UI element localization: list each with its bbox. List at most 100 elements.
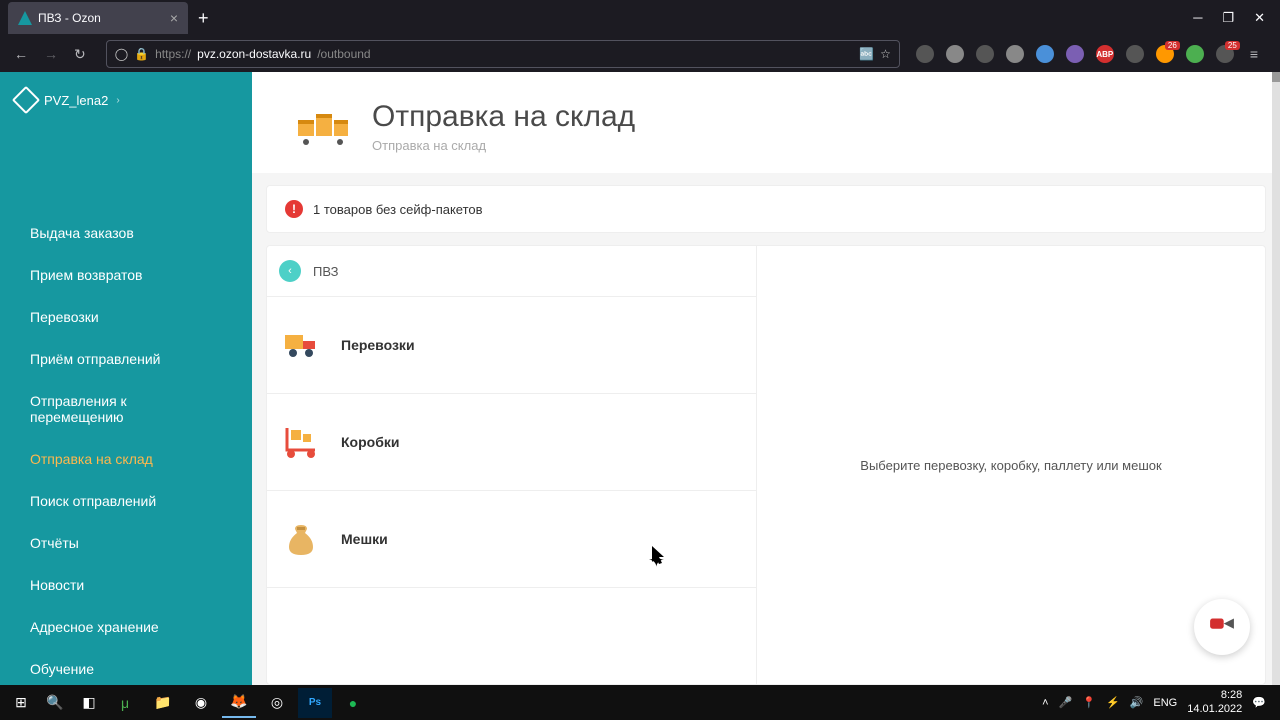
user-diamond-icon (12, 86, 40, 114)
nav-bar: ← → ↻ ◯ 🔒 https://pvz.ozon-dostavka.ru/o… (0, 36, 1280, 72)
taskbar-app-obs[interactable]: ◎ (260, 688, 294, 718)
tab-close-icon[interactable]: × (170, 10, 178, 26)
chevron-right-icon: › (116, 95, 119, 106)
taskbar-right: ˄ 🎤 📍 ⚡ 🔊 ENG 8:28 14.01.2022 💬 (1042, 689, 1274, 715)
sidebar-item-storage[interactable]: Адресное хранение (0, 606, 252, 648)
vertical-scrollbar[interactable] (1272, 72, 1280, 685)
back-icon[interactable]: ← (10, 42, 32, 66)
ext-6-icon[interactable] (1066, 45, 1084, 63)
detail-empty-text: Выберите перевозку, коробку, паллету или… (860, 458, 1161, 473)
truck-icon (281, 325, 321, 365)
tray-chevron-icon[interactable]: ˄ (1042, 697, 1048, 709)
list-item-boxes[interactable]: Коробки (267, 394, 756, 491)
tray-mic-icon[interactable]: 🎤 (1059, 696, 1073, 709)
bookmark-icon[interactable]: ☆ (880, 47, 891, 61)
url-bar[interactable]: ◯ 🔒 https://pvz.ozon-dostavka.ru/outboun… (106, 40, 900, 68)
taskbar-left: ⊞ 🔍 ◧ μ 📁 ◉ 🦊 ◎ Ps ● (6, 688, 370, 718)
tab-title: ПВЗ - Ozon (38, 11, 101, 25)
ext-8-icon[interactable]: 26 (1156, 45, 1174, 63)
forward-icon[interactable]: → (40, 42, 62, 66)
list-item-label: Перевозки (341, 337, 415, 353)
sidebar-user[interactable]: PVZ_lena2 › (0, 72, 252, 122)
tray-location-icon[interactable]: 📍 (1082, 696, 1096, 709)
ext-2-icon[interactable] (946, 45, 964, 63)
sidebar-item-news[interactable]: Новости (0, 564, 252, 606)
app: PVZ_lena2 › Выдача заказов Прием возврат… (0, 72, 1280, 685)
sidebar-item-outbound[interactable]: Отправка на склад (0, 438, 252, 480)
search-icon[interactable]: 🔍 (40, 688, 70, 718)
main-content: Отправка на склад Отправка на склад ! 1 … (252, 72, 1280, 685)
scanner-icon (1205, 610, 1239, 644)
list-column: ‹ ПВЗ Перевозки Коробки (267, 246, 757, 684)
url-host: pvz.ozon-dostavka.ru (197, 47, 311, 61)
taskbar-app-firefox[interactable]: 🦊 (222, 688, 256, 718)
browser-chrome: ПВЗ - Ozon × + ─ ❐ ✕ ← → ↻ ◯ 🔒 https://p… (0, 0, 1280, 72)
alert-banner[interactable]: ! 1 товаров без сейф-пакетов (266, 185, 1266, 233)
sidebar-item-training[interactable]: Обучение (0, 648, 252, 685)
taskbar-app-steam[interactable]: ◉ (184, 688, 218, 718)
sidebar-item-receive[interactable]: Приём отправлений (0, 338, 252, 380)
menu-icon[interactable]: ≡ (1246, 42, 1262, 66)
ext-abp-icon[interactable]: ABP (1096, 45, 1114, 63)
ext-10-icon[interactable]: 25 (1216, 45, 1234, 63)
ext-pocket-icon[interactable] (916, 45, 934, 63)
page-subtitle: Отправка на склад (372, 138, 635, 153)
list-item-label: Мешки (341, 531, 388, 547)
page-header: Отправка на склад Отправка на склад (252, 72, 1280, 173)
detail-column: Выберите перевозку, коробку, паллету или… (757, 246, 1265, 684)
taskbar-app-utorrent[interactable]: μ (108, 688, 142, 718)
alert-icon: ! (285, 200, 303, 218)
close-icon[interactable]: ✕ (1254, 10, 1265, 26)
maximize-icon[interactable]: ❐ (1222, 10, 1234, 26)
ext-5-icon[interactable] (1036, 45, 1054, 63)
task-view-icon[interactable]: ◧ (74, 688, 104, 718)
ext-3-icon[interactable] (976, 45, 994, 63)
list-item-transport[interactable]: Перевозки (267, 297, 756, 394)
sack-icon (281, 519, 321, 559)
tray-lang[interactable]: ENG (1153, 697, 1177, 709)
list-header: ‹ ПВЗ (267, 246, 756, 297)
minimize-icon[interactable]: ─ (1193, 10, 1202, 26)
header-text: Отправка на склад Отправка на склад (372, 100, 635, 153)
window-controls: ─ ❐ ✕ (1178, 0, 1280, 36)
sidebar-items: Выдача заказов Прием возвратов Перевозки… (0, 122, 252, 685)
alert-text: 1 товаров без сейф-пакетов (313, 202, 483, 217)
dolly-icon (281, 422, 321, 462)
translate-icon[interactable]: 🔤 (859, 47, 874, 61)
ext-4-icon[interactable] (1006, 45, 1024, 63)
lock-icon: 🔒 (134, 47, 149, 61)
taskbar-app-photoshop[interactable]: Ps (298, 688, 332, 718)
taskbar-app-explorer[interactable]: 📁 (146, 688, 180, 718)
sidebar-item-move[interactable]: Отправления к перемещению (0, 380, 252, 438)
tray-volume-icon[interactable]: 🔊 (1130, 696, 1144, 709)
shield-icon: ◯ (115, 47, 128, 61)
content-split: ‹ ПВЗ Перевозки Коробки (266, 245, 1266, 685)
list-item-sacks[interactable]: Мешки (267, 491, 756, 588)
sidebar-item-transport[interactable]: Перевозки (0, 296, 252, 338)
tray-notifications-icon[interactable]: 💬 (1252, 696, 1266, 709)
scanner-fab[interactable] (1194, 599, 1250, 655)
sidebar-item-reports[interactable]: Отчёты (0, 522, 252, 564)
list-header-title: ПВЗ (313, 264, 338, 279)
sidebar-item-search[interactable]: Поиск отправлений (0, 480, 252, 522)
extension-icons: ABP 26 25 ≡ (916, 42, 1270, 66)
taskbar-app-spotify[interactable]: ● (336, 688, 370, 718)
ext-9-icon[interactable] (1186, 45, 1204, 63)
sidebar-item-returns[interactable]: Прием возвратов (0, 254, 252, 296)
new-tab-button[interactable]: + (198, 8, 209, 29)
start-button[interactable]: ⊞ (6, 688, 36, 718)
browser-tab[interactable]: ПВЗ - Ozon × (8, 2, 188, 34)
windows-taskbar: ⊞ 🔍 ◧ μ 📁 ◉ 🦊 ◎ Ps ● ˄ 🎤 📍 ⚡ 🔊 ENG 8:28 … (0, 685, 1280, 720)
tab-favicon-icon (18, 11, 32, 25)
user-name: PVZ_lena2 (44, 93, 108, 108)
sidebar-item-orders[interactable]: Выдача заказов (0, 212, 252, 254)
tray-clock[interactable]: 8:28 14.01.2022 (1187, 689, 1242, 715)
reload-icon[interactable]: ↻ (70, 42, 90, 67)
ext-vk-icon[interactable] (1126, 45, 1144, 63)
tray-wifi-icon[interactable]: ⚡ (1106, 696, 1120, 709)
sidebar: PVZ_lena2 › Выдача заказов Прием возврат… (0, 72, 252, 685)
boxes-icon (292, 100, 352, 148)
url-path: /outbound (317, 47, 370, 61)
page-title: Отправка на склад (372, 100, 635, 134)
list-back-button[interactable]: ‹ (279, 260, 301, 282)
